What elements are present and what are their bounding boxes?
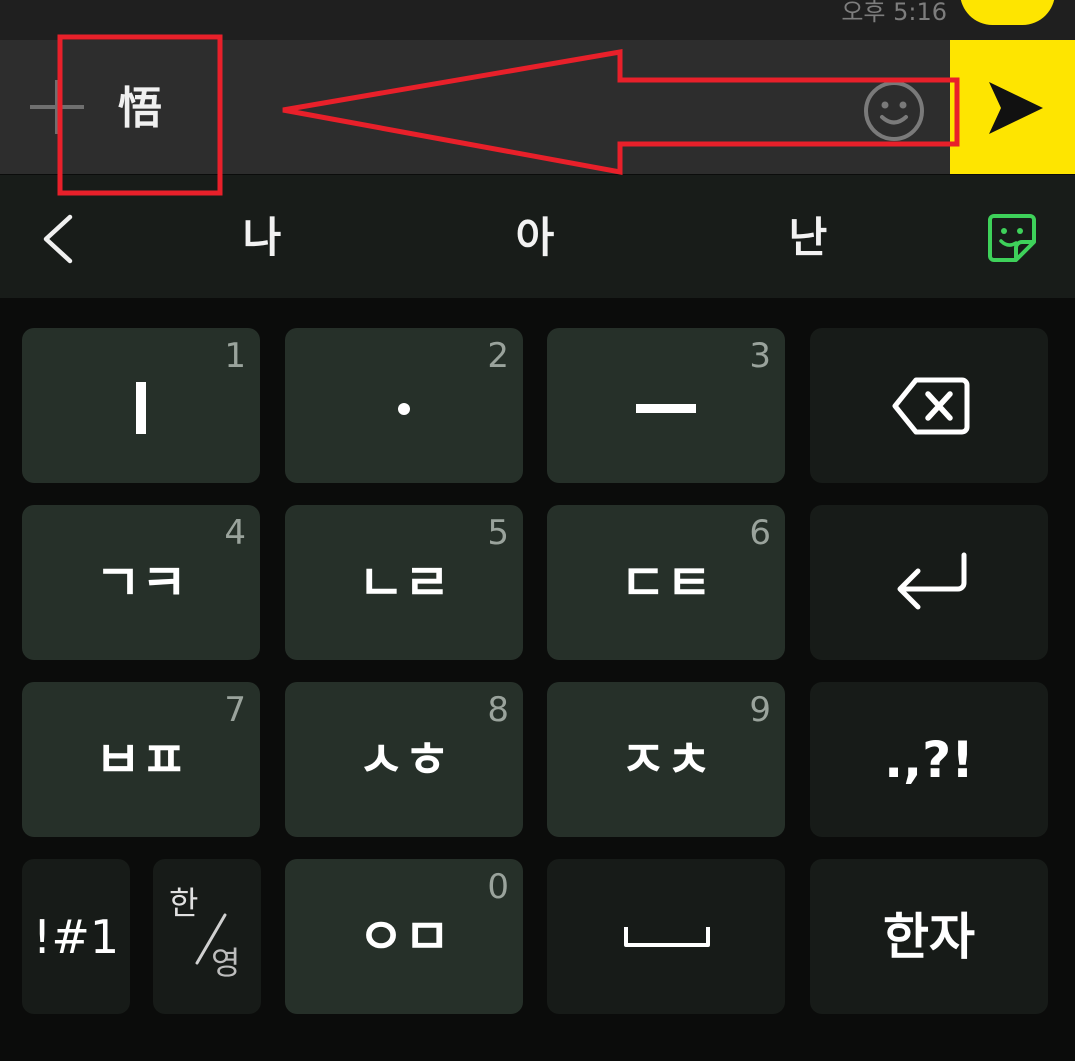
key-label: !#1	[32, 909, 120, 964]
key-number: 3	[749, 336, 771, 376]
backspace-icon	[892, 377, 970, 435]
language-toggle-key[interactable]: 한 영	[153, 859, 261, 1014]
message-input[interactable]: 悟	[118, 82, 162, 136]
key-6[interactable]: ㄷㅌ 6	[547, 505, 785, 660]
space-icon	[624, 927, 710, 947]
status-bar: 오후 5:16	[0, 0, 1075, 40]
symbols-key[interactable]: !#1	[22, 859, 130, 1014]
backspace-key[interactable]	[810, 328, 1048, 483]
key-3[interactable]: 3	[547, 328, 785, 483]
enter-key[interactable]	[810, 505, 1048, 660]
send-button[interactable]	[950, 40, 1075, 174]
punctuation-key[interactable]: .,?!	[810, 682, 1048, 837]
key-1[interactable]: 1	[22, 328, 260, 483]
send-icon	[989, 82, 1043, 134]
key-number: 7	[224, 690, 246, 730]
key-number: 1	[224, 336, 246, 376]
key-9[interactable]: ㅈㅊ 9	[547, 682, 785, 837]
key-number: 6	[749, 513, 771, 553]
vowel-dot-glyph	[285, 376, 523, 436]
key-5[interactable]: ㄴㄹ 5	[285, 505, 523, 660]
key-label: ㄱㅋ	[95, 553, 187, 612]
key-2[interactable]: 2	[285, 328, 523, 483]
key-number: 0	[487, 867, 509, 907]
sticker-icon[interactable]	[986, 212, 1038, 264]
key-0[interactable]: ㅇㅁ 0	[285, 859, 523, 1014]
enter-icon	[897, 552, 967, 610]
key-label: ㅅㅎ	[358, 730, 450, 789]
key-label: ㅂㅍ	[95, 730, 187, 789]
key-label: ㅇㅁ	[358, 907, 450, 966]
hanja-key[interactable]: 한자	[810, 859, 1048, 1014]
key-8[interactable]: ㅅㅎ 8	[285, 682, 523, 837]
suggestion-word-1[interactable]: 나	[192, 210, 332, 266]
vowel-eu-glyph	[636, 403, 696, 413]
key-number: 5	[487, 513, 509, 553]
key-number: 4	[224, 513, 246, 553]
key-label: 한자	[883, 907, 975, 966]
suggestion-word-2[interactable]: 아	[465, 210, 605, 266]
key-label: .,?!	[884, 730, 974, 789]
key-label: ㄴㄹ	[358, 553, 450, 612]
key-number: 9	[749, 690, 771, 730]
message-timestamp: 오후 5:16	[841, 0, 947, 26]
vowel-i-glyph	[136, 381, 146, 434]
key-number: 2	[487, 336, 509, 376]
chevron-left-icon[interactable]	[38, 213, 78, 265]
key-label: ㄷㅌ	[620, 553, 712, 612]
key-4[interactable]: ㄱㅋ 4	[22, 505, 260, 660]
lang-english-label: 영	[211, 944, 241, 982]
key-number: 8	[487, 690, 509, 730]
key-label: ㅈㅊ	[620, 730, 712, 789]
suggestion-word-3[interactable]: 난	[738, 210, 878, 266]
emoji-icon[interactable]	[863, 80, 925, 142]
key-7[interactable]: ㅂㅍ 7	[22, 682, 260, 837]
plus-icon[interactable]	[30, 80, 84, 134]
space-key[interactable]	[547, 859, 785, 1014]
